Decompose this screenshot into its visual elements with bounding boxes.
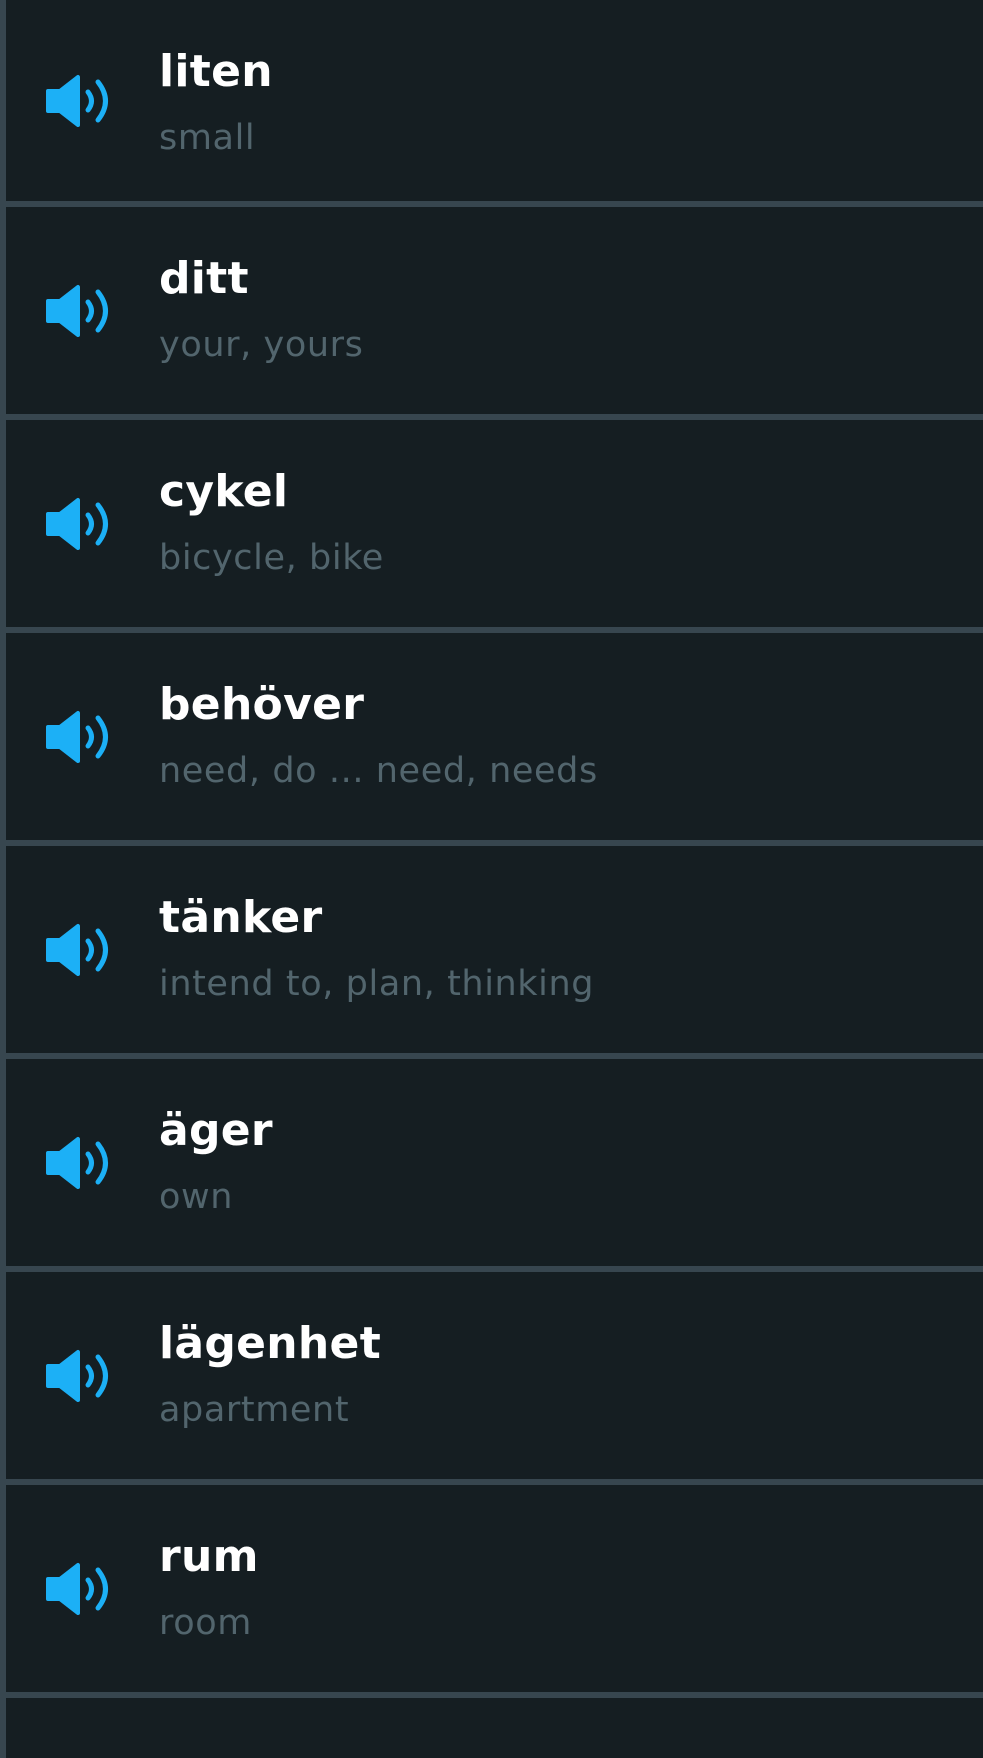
word-translation: room — [159, 1603, 252, 1643]
word-text: rum — [159, 1531, 259, 1582]
word-list: liten small ditt your, yours cykel bicyc… — [6, 0, 983, 1758]
word-row[interactable]: ditt your, yours — [6, 207, 983, 420]
word-translation: need, do ... need, needs — [159, 751, 598, 791]
word-text: behöver — [159, 679, 365, 730]
speaker-icon[interactable] — [44, 281, 116, 341]
speaker-icon[interactable] — [44, 1133, 116, 1193]
word-text: ditt — [159, 253, 249, 304]
word-row[interactable]: äger own — [6, 1059, 983, 1272]
word-text: cykel — [159, 466, 289, 517]
speaker-icon[interactable] — [44, 71, 116, 131]
word-row[interactable]: behöver need, do ... need, needs — [6, 633, 983, 846]
word-text: äger — [159, 1105, 273, 1156]
next-row-partial — [6, 1698, 983, 1758]
word-text: tänker — [159, 892, 323, 943]
word-text: lägenhet — [159, 1318, 382, 1369]
speaker-icon[interactable] — [44, 707, 116, 767]
word-row[interactable]: lägenhet apartment — [6, 1272, 983, 1485]
speaker-icon[interactable] — [44, 1346, 116, 1406]
speaker-icon[interactable] — [44, 494, 116, 554]
word-translation: small — [159, 118, 256, 158]
word-translation: your, yours — [159, 325, 364, 365]
word-row[interactable]: tänker intend to, plan, thinking — [6, 846, 983, 1059]
word-translation: intend to, plan, thinking — [159, 964, 595, 1004]
word-translation: bicycle, bike — [159, 538, 384, 578]
word-row[interactable]: rum room — [6, 1485, 983, 1698]
word-row[interactable]: cykel bicycle, bike — [6, 420, 983, 633]
speaker-icon[interactable] — [44, 920, 116, 980]
word-translation: own — [159, 1177, 234, 1217]
speaker-icon[interactable] — [44, 1559, 116, 1619]
word-row[interactable]: liten small — [6, 0, 983, 207]
word-text: liten — [159, 46, 273, 97]
word-translation: apartment — [159, 1390, 350, 1430]
